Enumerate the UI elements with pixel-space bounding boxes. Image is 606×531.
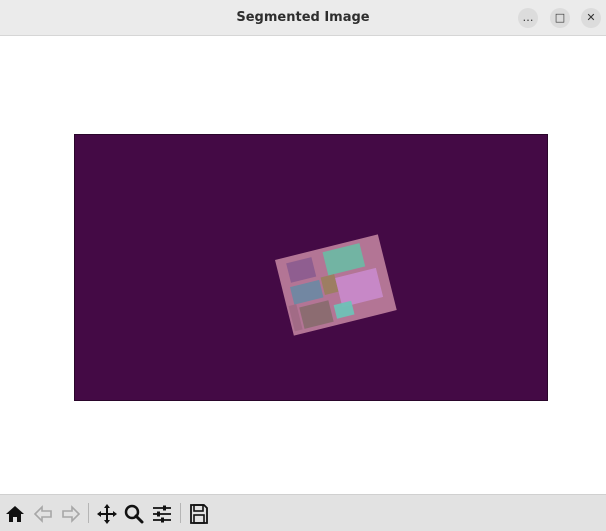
close-button[interactable]: ✕ [581,8,601,28]
forward-arrow-icon [62,505,81,523]
forward-button[interactable] [59,502,83,526]
zoom-icon [124,504,144,524]
pan-button[interactable] [95,502,119,526]
segmented-image-svg [275,234,397,336]
home-icon [6,506,24,522]
figure-window: Segmented Image … □ ✕ [0,0,606,531]
title-bar: Segmented Image … □ ✕ [0,0,606,36]
configure-subplots-icon [153,505,171,523]
configure-subplots-button[interactable] [150,502,174,526]
back-button[interactable] [31,502,55,526]
figure-canvas[interactable] [0,36,606,494]
navigation-toolbar [0,494,606,531]
home-button[interactable] [3,502,27,526]
window-title: Segmented Image [236,10,370,25]
segmented-image [74,134,548,401]
toolbar-separator [180,503,181,523]
minimize-button[interactable]: … [518,8,538,28]
save-button[interactable] [187,502,211,526]
maximize-button[interactable]: □ [550,8,570,28]
zoom-button[interactable] [122,502,146,526]
toolbar-separator [88,503,89,523]
pan-icon [97,504,117,524]
save-icon [190,504,208,524]
back-arrow-icon [33,505,52,523]
